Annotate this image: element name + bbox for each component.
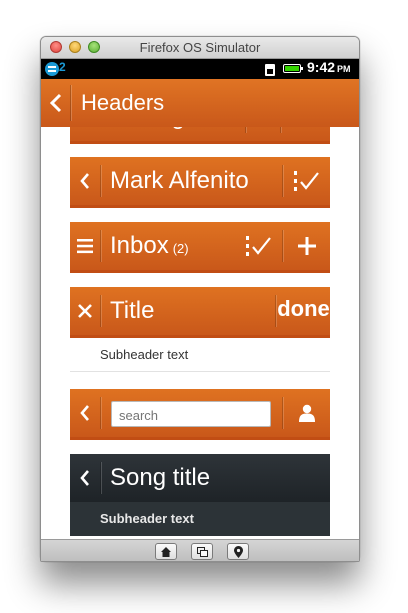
- geolocation-button[interactable]: [227, 543, 249, 560]
- title-close-button[interactable]: [70, 287, 99, 335]
- battery-icon: [283, 64, 303, 73]
- divider: [282, 165, 283, 197]
- inbox-title-text: Inbox: [110, 232, 169, 259]
- person-icon: [299, 404, 315, 422]
- done-button[interactable]: done: [277, 287, 330, 335]
- divider: [100, 295, 101, 327]
- clock-ampm: PM: [337, 64, 351, 74]
- divider: [282, 230, 283, 262]
- divider: [100, 462, 101, 494]
- partial-header-example: Settings: [70, 127, 330, 144]
- header-example-search: [70, 389, 330, 440]
- chevron-left-icon: [49, 93, 62, 113]
- inbox-title: Inbox (2): [110, 222, 189, 273]
- divider: [100, 165, 101, 197]
- inbox-edit-button[interactable]: [236, 222, 282, 270]
- header-example-inbox: Inbox (2): [70, 222, 330, 273]
- home-button[interactable]: [155, 543, 177, 560]
- sim-card-icon: [265, 64, 275, 76]
- header-example-mark: Mark Alfenito: [70, 157, 330, 208]
- header-example-title: Title done: [70, 287, 330, 338]
- menu-icon: [77, 239, 93, 254]
- plus-icon: [298, 237, 316, 255]
- song-title: Song title: [110, 464, 211, 491]
- header-example-song: Song title: [70, 454, 330, 502]
- chevron-left-icon: [80, 173, 89, 189]
- header-divider: [70, 85, 71, 121]
- contact-button[interactable]: [284, 389, 330, 437]
- search-input[interactable]: [111, 401, 271, 427]
- rotate-button[interactable]: [191, 543, 213, 560]
- partial-divider-2: [280, 127, 281, 133]
- clock-time: 9:42: [307, 59, 336, 75]
- window-title: Firefox OS Simulator: [139, 40, 261, 55]
- partial-header-title: Settings: [110, 127, 197, 141]
- content-scroll-area[interactable]: Settings Mark Alfenito: [41, 127, 359, 539]
- edit-check-icon: [294, 171, 319, 191]
- divider: [282, 397, 283, 429]
- simulator-toolbar: [41, 539, 359, 561]
- edit-check-icon: [246, 236, 271, 256]
- notification-icon: [45, 62, 59, 76]
- song-back-button[interactable]: [70, 454, 99, 502]
- chevron-left-icon: [80, 470, 89, 486]
- divider: [100, 230, 101, 262]
- chevron-left-icon: [80, 405, 89, 421]
- header-back-button[interactable]: [41, 79, 69, 127]
- status-clock: 9:42 PM: [307, 59, 351, 75]
- divider: [275, 295, 276, 327]
- app-header: Headers: [41, 79, 359, 127]
- partial-divider: [245, 127, 246, 133]
- divider: [100, 397, 101, 429]
- song-subheader-text: Subheader text: [70, 502, 330, 536]
- location-pin-icon: [233, 546, 243, 558]
- close-icon: [78, 304, 92, 318]
- simulator-window: Firefox OS Simulator 2 9:42PM Headers Se…: [40, 36, 360, 562]
- window-titlebar: Firefox OS Simulator: [41, 37, 359, 59]
- notification-count: 2: [59, 60, 66, 74]
- status-bar: 2 9:42 PM: [41, 59, 359, 79]
- mark-title: Mark Alfenito: [110, 167, 249, 194]
- search-back-button[interactable]: [70, 389, 99, 437]
- inbox-add-button[interactable]: [284, 222, 330, 270]
- title-header-title: Title: [110, 297, 155, 324]
- inbox-menu-button[interactable]: [70, 222, 99, 270]
- mark-edit-button[interactable]: [284, 157, 330, 205]
- subheader-text: Subheader text: [70, 338, 330, 372]
- home-icon: [161, 547, 171, 557]
- mark-back-button[interactable]: [70, 157, 99, 205]
- rotate-screen-icon: [196, 547, 208, 557]
- page-title: Headers: [81, 90, 165, 115]
- inbox-count: (2): [172, 241, 189, 256]
